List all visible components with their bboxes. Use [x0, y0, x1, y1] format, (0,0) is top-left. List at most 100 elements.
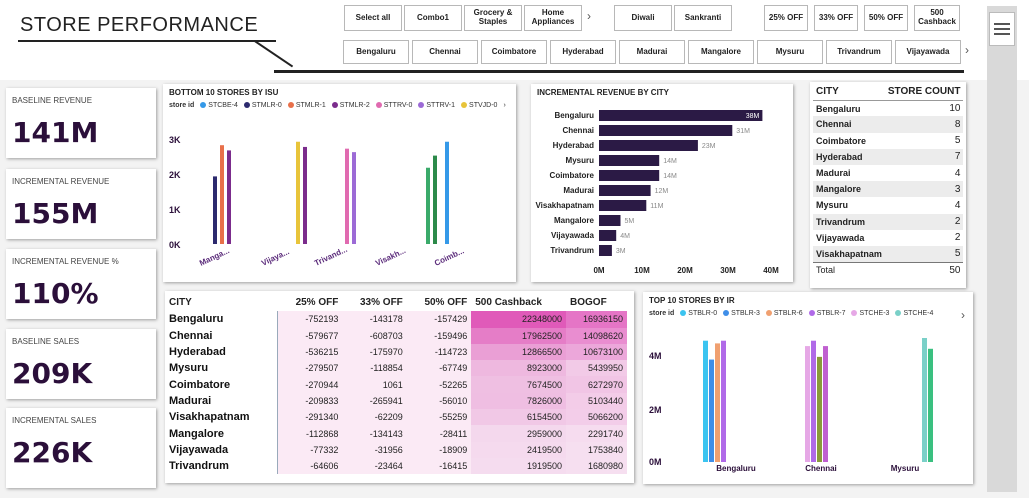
table-row[interactable]: Trivandrum -64606 -23464 -16415 1919500 16809… [165, 457, 627, 475]
table-row[interactable]: Madurai -209833 -265941 -56010 7826000 510344… [165, 392, 627, 410]
table-row[interactable]: Chennai -579677 -608703 -159496 17962500 1409… [165, 327, 627, 344]
slicer-city-bengaluru[interactable]: Bengaluru [343, 40, 409, 64]
column-header[interactable]: STORE COUNT [884, 84, 964, 101]
city-cell: Visakhapatnam [813, 245, 885, 263]
table-row[interactable]: Mysuru 4 [813, 197, 963, 213]
bar[interactable] [345, 148, 349, 244]
value-cell: -209833 [277, 392, 343, 410]
bar[interactable] [599, 245, 612, 256]
bar[interactable] [352, 152, 356, 244]
slicer-grocery-staples[interactable]: Grocery & Staples [464, 5, 522, 31]
value-cell: 14098620 [566, 327, 627, 344]
table-row[interactable]: Vijayawada -77332 -31956 -18909 2419500 17538… [165, 441, 627, 458]
slicer-combo1[interactable]: Combo1 [404, 5, 462, 31]
column-header[interactable]: 33% OFF [342, 295, 406, 311]
bar[interactable] [599, 125, 733, 136]
table-row[interactable]: Mangalore 3 [813, 181, 964, 198]
table-row[interactable]: Bengaluru -752193 -143178 -157429 22348000 16… [165, 311, 627, 328]
chevron-right-icon[interactable]: › [587, 9, 591, 23]
bar[interactable] [599, 170, 660, 181]
table-row[interactable]: Coimbatore 5 [813, 133, 963, 149]
data-label: 12M [655, 188, 669, 195]
bar[interactable] [721, 340, 726, 462]
bar[interactable] [599, 230, 617, 241]
table-row[interactable]: Mangalore -112868 -134143 -28411 2959000 2291… [165, 425, 627, 442]
value-cell: 5103440 [566, 392, 627, 410]
slicer-city-coimbatore[interactable]: Coimbatore [481, 40, 547, 64]
column-header[interactable]: 500 Cashback [471, 295, 566, 311]
slicer-city-mangalore[interactable]: Mangalore [688, 40, 754, 64]
x-tick-label: Coimb... [433, 246, 465, 267]
bar[interactable] [805, 346, 810, 462]
table-row[interactable]: Chennai 8 [813, 116, 964, 133]
table-row[interactable]: Coimbatore -270944 1061 -52265 7674500 627297… [165, 376, 627, 393]
slicer-25-off[interactable]: 25% OFF [764, 5, 808, 31]
slicer-city-mysuru[interactable]: Mysuru [757, 40, 823, 64]
bar[interactable] [599, 200, 647, 211]
value-cell: 5439950 [566, 360, 627, 377]
bar[interactable] [823, 346, 828, 462]
bar[interactable] [599, 215, 621, 226]
table-row[interactable]: Hyderabad 7 [813, 148, 964, 165]
bar[interactable] [213, 176, 217, 244]
slicer-sankranti[interactable]: Sankranti [674, 5, 732, 31]
kpi-incremental-revenue-pct: INCREMENTAL REVENUE % 110% [6, 249, 156, 319]
chevron-right-icon[interactable]: › [965, 43, 969, 57]
bar[interactable] [599, 185, 651, 196]
x-tick-label: Visakh... [374, 246, 407, 268]
bar[interactable] [715, 343, 720, 462]
slicer-33-off[interactable]: 33% OFF [814, 5, 858, 31]
bar[interactable] [296, 141, 300, 244]
count-cell: 3 [884, 181, 964, 198]
bar[interactable] [817, 356, 822, 462]
slicer-city-chennai[interactable]: Chennai [412, 40, 478, 64]
value-cell: 1680980 [566, 457, 627, 475]
table-row[interactable]: Hyderabad -536215 -175970 -114723 12866500 10… [165, 343, 627, 361]
slicer-50-off[interactable]: 50% OFF [864, 5, 908, 31]
bar[interactable] [928, 348, 933, 462]
kpi-value: 226K [12, 436, 93, 469]
slicer-city-vijayawada[interactable]: Vijayawada [895, 40, 961, 64]
x-tick-label: Chennai [805, 464, 837, 473]
city-cell: Mangalore [813, 181, 885, 198]
value-cell: -579677 [277, 327, 343, 344]
bar[interactable] [811, 340, 816, 462]
slicer-select-all[interactable]: Select all [344, 5, 402, 31]
table-row[interactable]: Trivandrum 2 [813, 213, 964, 230]
bar[interactable] [599, 140, 698, 151]
count-cell: 4 [954, 199, 961, 211]
value-cell: 10673100 [566, 343, 627, 361]
table-row[interactable]: Mysuru -279507 -118854 -67749 8923000 5439950 [165, 360, 627, 377]
bar[interactable] [599, 155, 660, 166]
slicer-home-appliances[interactable]: Home Appliances [524, 5, 582, 31]
column-header[interactable]: 25% OFF [278, 295, 342, 311]
hamburger-menu-icon[interactable] [989, 12, 1015, 46]
bar[interactable] [599, 110, 763, 121]
bar[interactable] [709, 359, 714, 462]
bar[interactable] [303, 146, 307, 244]
bar[interactable] [426, 167, 430, 244]
bar[interactable] [703, 340, 708, 462]
slicer-city-hyderabad[interactable]: Hyderabad [550, 40, 616, 64]
table-row[interactable]: Madurai 4 [813, 165, 963, 181]
table-row[interactable]: Visakhapatnam 5 [813, 245, 964, 263]
vertical-scrollbar[interactable] [987, 6, 1017, 492]
value-cell: 16936150 [566, 311, 627, 328]
slicer-city-madurai[interactable]: Madurai [619, 40, 685, 64]
table-row[interactable]: Visakhapatnam -291340 -62209 -55259 6154500 5… [165, 409, 627, 426]
bar[interactable] [433, 155, 437, 244]
column-header[interactable]: CITY [165, 295, 278, 311]
bar[interactable] [220, 145, 224, 244]
slicer-city-trivandrum[interactable]: Trivandrum [826, 40, 892, 64]
column-header[interactable]: CITY [813, 84, 885, 101]
bar[interactable] [922, 338, 927, 462]
value-cell: 1753840 [566, 441, 627, 458]
table-row[interactable]: Bengaluru 10 [813, 100, 963, 116]
bar[interactable] [227, 150, 231, 244]
column-header[interactable]: 50% OFF [407, 295, 471, 311]
slicer-diwali[interactable]: Diwali [614, 5, 672, 31]
column-header[interactable]: BOGOF [566, 295, 627, 311]
table-row[interactable]: Vijayawada 2 [813, 230, 963, 246]
slicer-500-cashback[interactable]: 500 Cashback [914, 5, 960, 31]
bar[interactable] [445, 141, 449, 244]
